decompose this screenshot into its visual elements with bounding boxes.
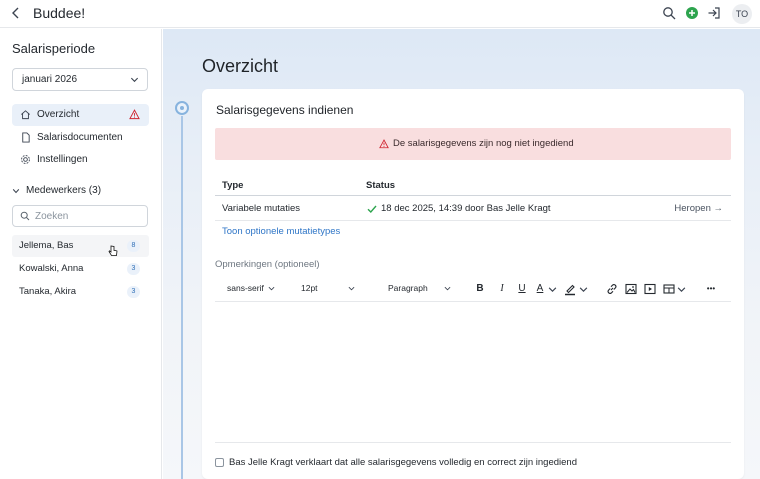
document-icon	[22, 132, 30, 143]
chevron-down-icon[interactable]	[677, 285, 686, 294]
highlight-icon[interactable]	[563, 282, 577, 296]
sidebar-item-overzicht[interactable]: Overzicht	[12, 104, 149, 126]
employee-item[interactable]: Jellema, Bas 8	[12, 235, 149, 257]
sidebar: Salarisperiode januari 2026 Overzicht Sa…	[0, 29, 162, 479]
add-circle-icon[interactable]	[685, 6, 699, 20]
chevron-down-icon	[12, 189, 20, 194]
column-header-type: Type	[222, 180, 244, 191]
check-icon	[367, 205, 377, 214]
text-color-button[interactable]: A	[533, 282, 547, 296]
chevron-down-icon	[268, 287, 275, 291]
font-size-select[interactable]: 12pt	[301, 283, 355, 293]
avatar[interactable]: TO	[732, 4, 752, 24]
font-size-value: 12pt	[301, 283, 318, 293]
more-options-button[interactable]: •••	[702, 282, 720, 296]
table-icon[interactable]	[662, 282, 676, 296]
chevron-down-icon	[444, 287, 451, 291]
employee-name: Kowalski, Anna	[19, 263, 84, 274]
employee-search	[12, 205, 148, 227]
employee-name: Jellema, Bas	[19, 240, 74, 251]
sidebar-item-instellingen[interactable]: Instellingen	[12, 149, 149, 171]
row-status: 18 dec 2025, 14:39 door Bas Jelle Kragt	[381, 203, 551, 214]
employee-item[interactable]: Kowalski, Anna 3	[12, 258, 149, 280]
media-icon[interactable]	[643, 282, 657, 296]
top-bar: Buddee! TO	[0, 0, 760, 28]
font-family-select[interactable]: sans-serif	[227, 283, 275, 293]
sidebar-item-label: Overzicht	[37, 109, 80, 120]
period-select-value: januari 2026	[22, 74, 78, 85]
employees-header: Medewerkers (3)	[26, 185, 102, 196]
employee-count-badge: 3	[127, 263, 140, 275]
employee-count-badge: 8	[127, 240, 140, 252]
remarks-label: Opmerkingen (optioneel)	[215, 259, 320, 270]
warning-icon	[129, 109, 140, 120]
gear-icon	[21, 155, 30, 164]
column-header-status: Status	[366, 180, 396, 191]
submit-card: Salarisgegevens indienen De salarisgegev…	[202, 89, 744, 479]
bold-button[interactable]: B	[473, 282, 487, 296]
link-icon[interactable]	[605, 282, 619, 296]
sidebar-item-salarisdocumenten[interactable]: Salarisdocumenten	[12, 127, 149, 149]
remarks-editor[interactable]	[215, 303, 731, 443]
reopen-link[interactable]: Heropen →	[674, 203, 723, 214]
alert-text: De salarisgegevens zijn nog niet ingedie…	[393, 138, 574, 149]
warning-icon	[379, 139, 389, 149]
underline-button[interactable]: U	[515, 282, 529, 296]
editor-toolbar: sans-serif 12pt Paragraph B I U A •••	[215, 276, 731, 302]
block-format-value: Paragraph	[388, 283, 428, 293]
employee-item[interactable]: Tanaka, Akira 3	[12, 281, 149, 303]
timeline-line	[181, 116, 183, 479]
page-title: Overzicht	[202, 56, 279, 76]
app-title: Buddee!	[33, 5, 86, 21]
image-icon[interactable]	[624, 282, 638, 296]
chevron-down-icon	[348, 287, 354, 291]
italic-button[interactable]: I	[495, 282, 509, 296]
search-icon[interactable]	[662, 6, 676, 20]
alert-banner: De salarisgegevens zijn nog niet ingedie…	[215, 128, 731, 160]
sidebar-item-label: Instellingen	[37, 154, 88, 165]
hand-cursor-icon	[108, 245, 118, 256]
main-content: Overzicht Salarisgegevens indienen De sa…	[163, 29, 760, 479]
back-arrow-icon[interactable]	[9, 6, 23, 20]
table-header: Type Status	[215, 178, 731, 196]
timeline-step-dot	[175, 101, 189, 115]
card-title: Salarisgegevens indienen	[216, 103, 354, 117]
chevron-down-icon[interactable]	[579, 285, 588, 294]
chevron-down-icon	[130, 77, 139, 83]
chevron-down-icon[interactable]	[548, 285, 557, 294]
employee-name: Tanaka, Akira	[19, 286, 77, 297]
block-format-select[interactable]: Paragraph	[388, 283, 451, 293]
font-family-value: sans-serif	[227, 283, 264, 293]
declaration-text: Bas Jelle Kragt verklaart dat alle salar…	[229, 457, 577, 468]
logout-icon[interactable]	[707, 6, 721, 20]
row-type: Variabele mutaties	[222, 203, 300, 214]
period-select[interactable]: januari 2026	[12, 68, 148, 91]
search-icon	[20, 211, 30, 221]
sidebar-item-label: Salarisdocumenten	[37, 132, 123, 143]
home-icon	[21, 110, 30, 120]
employee-count-badge: 3	[127, 286, 140, 298]
sidebar-heading: Salarisperiode	[12, 41, 96, 56]
declaration-checkbox[interactable]	[215, 458, 224, 467]
optional-types-link[interactable]: Toon optionele mutatietypes	[222, 226, 340, 237]
employee-search-input[interactable]	[35, 209, 143, 223]
table-row: Variabele mutaties 18 dec 2025, 14:39 do…	[215, 197, 731, 221]
